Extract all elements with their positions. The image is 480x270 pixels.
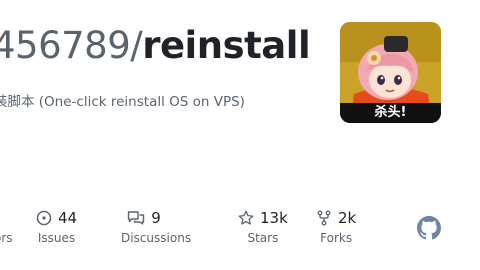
avatar-caption: 杀头! xyxy=(374,105,407,120)
stars-count: 13k xyxy=(260,209,288,227)
github-icon xyxy=(417,216,441,240)
repo-title[interactable]: 456789/reinstall xyxy=(0,24,311,68)
discussion-icon xyxy=(127,210,145,226)
issue-icon xyxy=(36,210,52,226)
issues-label: Issues xyxy=(37,231,76,245)
stars-label: Stars xyxy=(247,231,279,245)
repo-description: 装脚本 (One-click reinstall OS on VPS) xyxy=(0,94,245,110)
fork-icon xyxy=(316,210,332,226)
stat-forks[interactable]: 2k Forks xyxy=(316,207,356,245)
stat-issues[interactable]: 44 Issues xyxy=(36,207,77,245)
forks-count: 2k xyxy=(338,209,357,227)
repo-owner[interactable]: 456789 xyxy=(0,24,131,67)
stat-discussions[interactable]: 9 Discussions xyxy=(121,207,191,245)
discussions-label: Discussions xyxy=(121,231,192,245)
stat-stars[interactable]: 13k Stars xyxy=(238,207,288,245)
forks-label: Forks xyxy=(320,231,353,245)
github-link[interactable] xyxy=(417,216,441,240)
star-icon xyxy=(238,210,254,226)
repo-separator: / xyxy=(130,24,143,67)
repo-avatar: 杀头! xyxy=(340,22,441,123)
issues-count: 44 xyxy=(58,209,78,227)
discussions-count: 9 xyxy=(151,209,161,227)
repo-name[interactable]: reinstall xyxy=(142,24,310,67)
repo-stats-bar: 44 Issues 9 Discussions 13k Stars 2k For… xyxy=(0,207,480,257)
